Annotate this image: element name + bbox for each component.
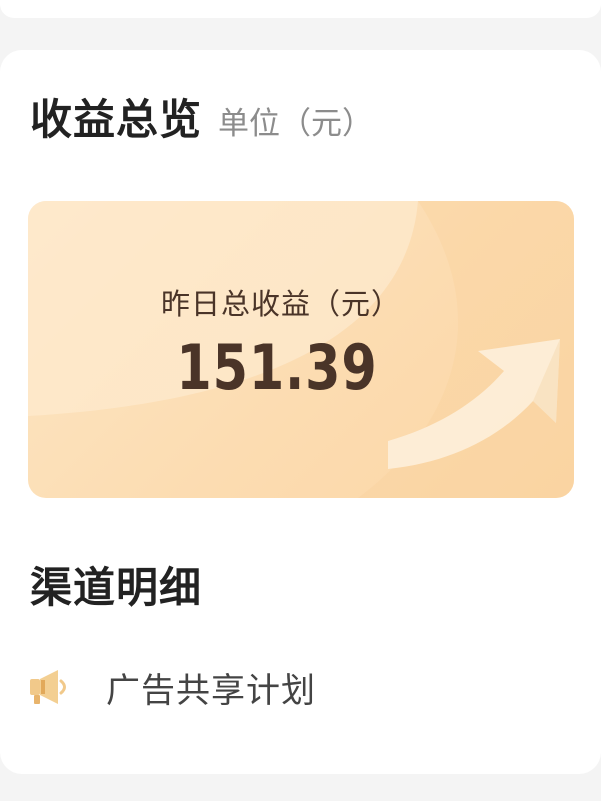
channel-item-label: 广告共享计划 bbox=[106, 670, 316, 711]
overview-header: 收益总览 单位（元） bbox=[30, 86, 373, 147]
megaphone-icon bbox=[28, 664, 80, 710]
yesterday-earnings-label: 昨日总收益（元） bbox=[160, 287, 401, 321]
channel-details-title: 渠道明细 bbox=[30, 563, 203, 612]
channel-item-ad-sharing[interactable]: 广告共享计划 bbox=[28, 656, 573, 718]
overview-title: 收益总览 bbox=[30, 95, 203, 144]
yesterday-earnings-value: 151.39 bbox=[176, 331, 378, 404]
unit-label: 单位（元） bbox=[218, 106, 374, 142]
yesterday-earnings-banner[interactable]: 昨日总收益（元） 151.39 bbox=[28, 201, 574, 498]
top-card-edge bbox=[0, 0, 601, 18]
